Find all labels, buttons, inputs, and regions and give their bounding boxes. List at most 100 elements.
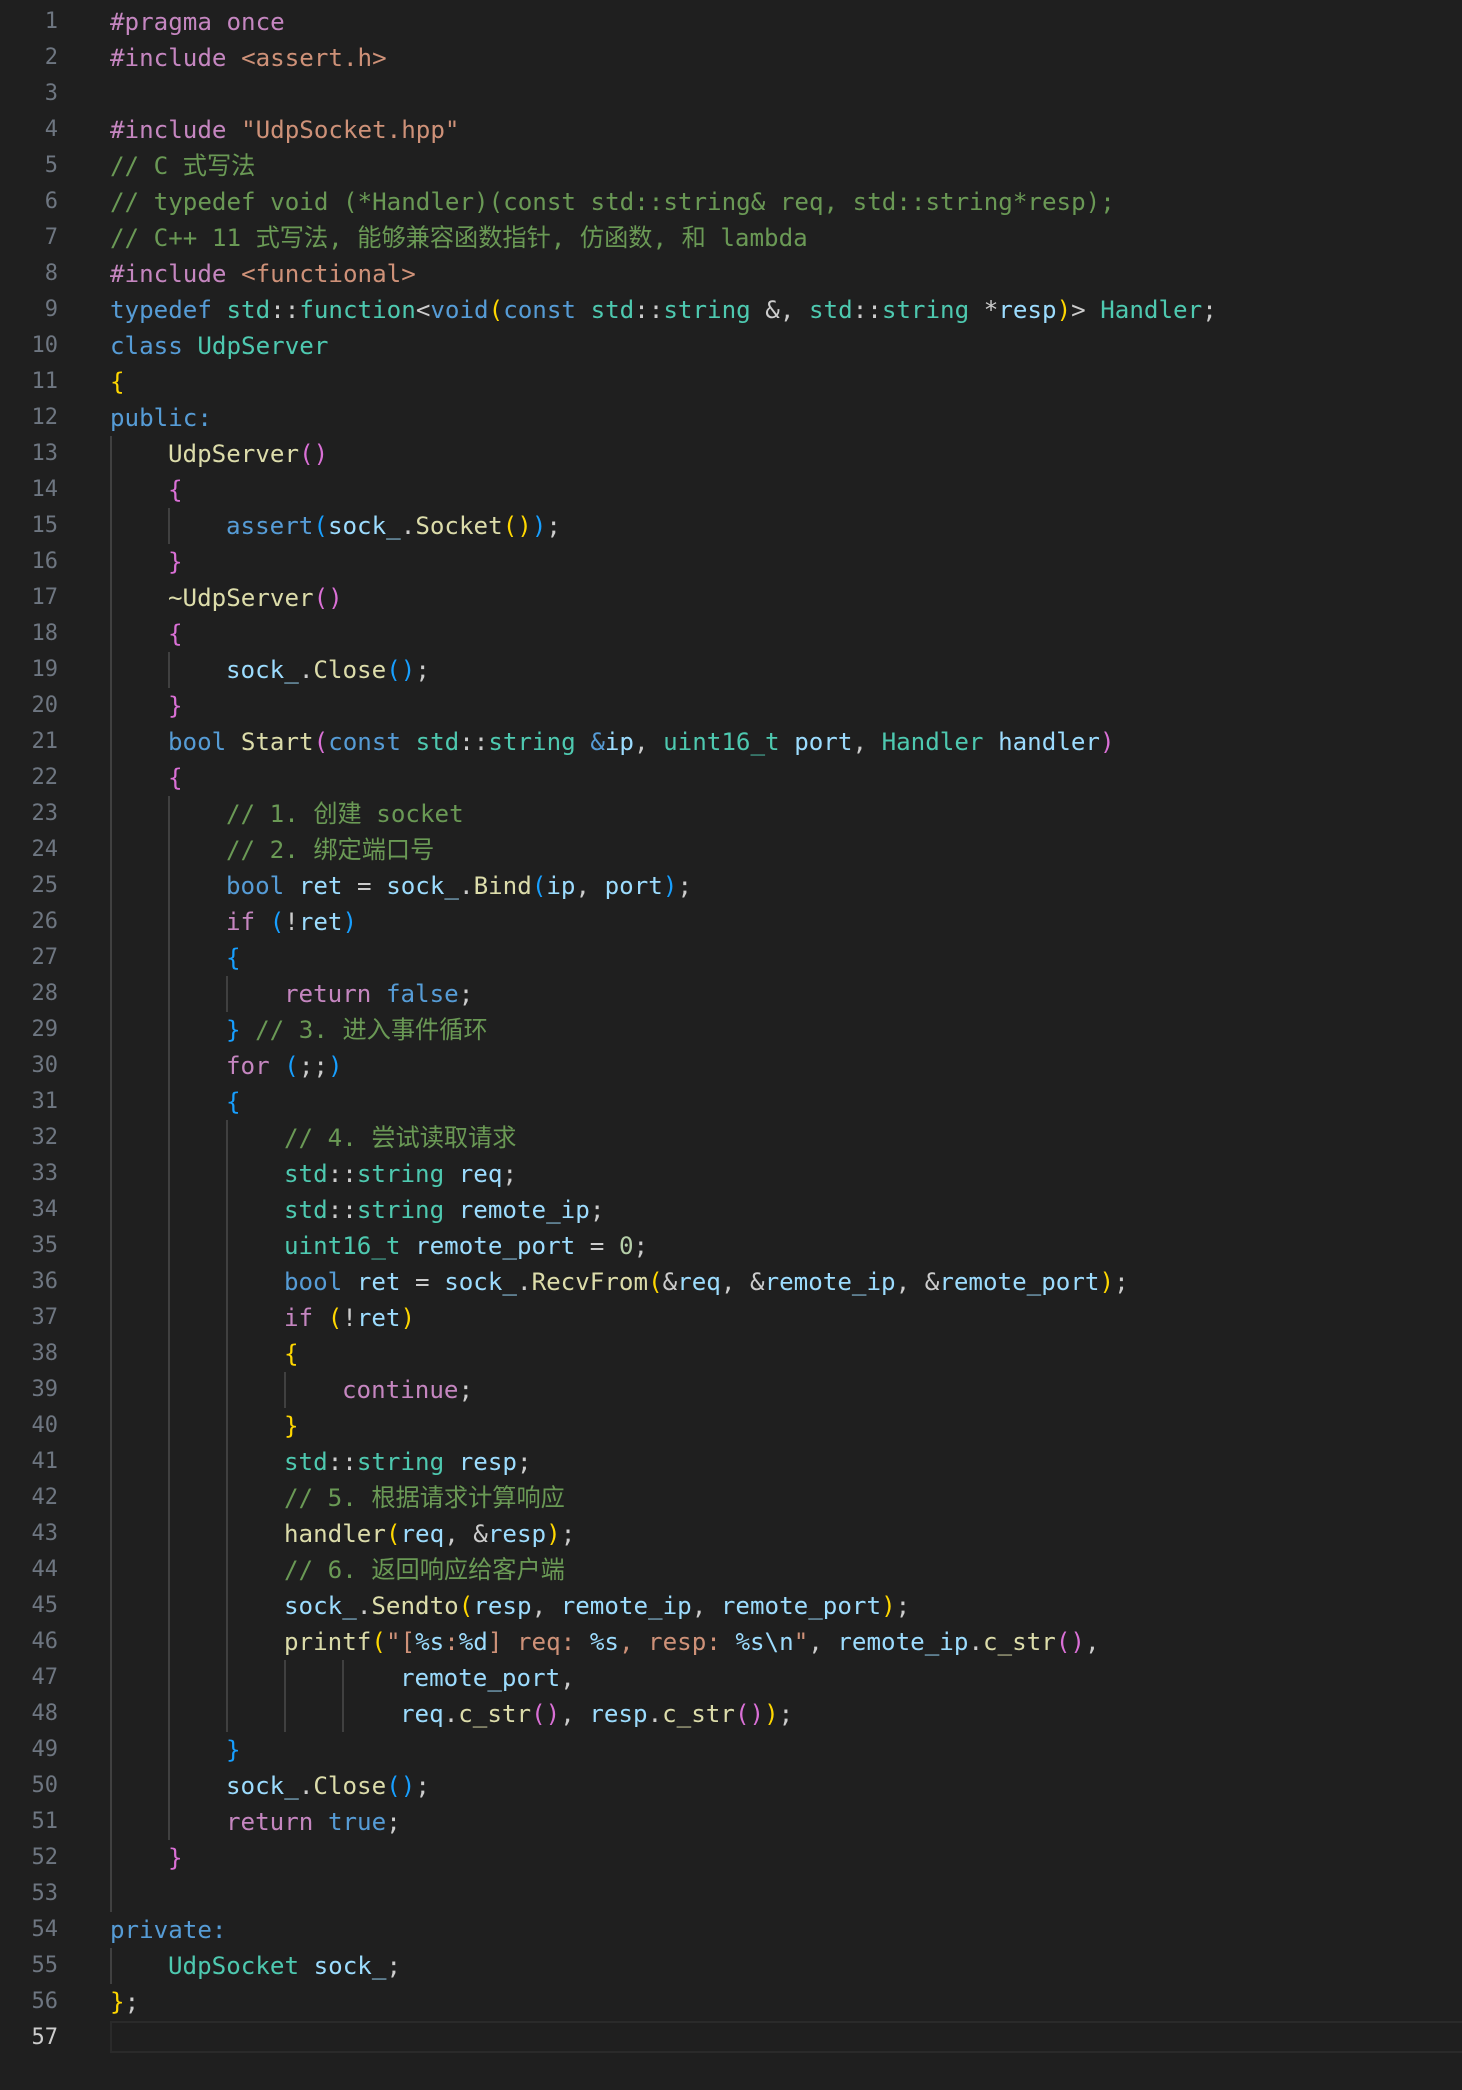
code-line[interactable]: 4 #include "UdpSocket.hpp" <box>0 112 1462 148</box>
code-line[interactable]: 23 // 1. 创建 socket <box>0 796 1462 832</box>
line-number: 21 <box>31 729 59 754</box>
code-line[interactable]: 36 bool ret = sock_.RecvFrom(&req, &remot… <box>0 1264 1462 1300</box>
code-line[interactable]: 55 UdpSocket sock_; <box>0 1948 1462 1984</box>
code-line[interactable]: 20} <box>0 688 1462 724</box>
code-token: Sendto <box>371 1592 459 1620</box>
code-line[interactable]: 27 { <box>0 940 1462 976</box>
code-line[interactable]: 47 remote_port, <box>0 1660 1462 1696</box>
code-token: %s\n <box>735 1628 794 1656</box>
code-line[interactable]: 28 return false; <box>0 976 1462 1012</box>
code-line[interactable]: 15 assert(sock_.Socket()); <box>0 508 1462 544</box>
line-number: 46 <box>31 1629 59 1654</box>
code-line[interactable]: 33 std::string req; <box>0 1156 1462 1192</box>
indent-guide <box>226 1372 228 1408</box>
code-token: std <box>226 296 271 324</box>
code-line[interactable]: 45 sock_.Sendto(resp, remote_ip, remote_p… <box>0 1588 1462 1624</box>
indent-guide <box>226 1228 228 1264</box>
code-line[interactable]: 6 // typedef void (*Handler)(const std::s… <box>0 184 1462 220</box>
code-line[interactable]: 37 if (!ret) <box>0 1300 1462 1336</box>
code-line[interactable]: 48 req.c_str(), resp.c_str()); <box>0 1696 1462 1732</box>
code-token: once <box>226 8 285 36</box>
indent-guide <box>342 1696 344 1732</box>
code-line[interactable]: 14 { <box>0 472 1462 508</box>
code-line[interactable]: 38 { <box>0 1336 1462 1372</box>
code-line[interactable]: 42 // 5. 根据请求计算响应 <box>0 1480 1462 1516</box>
code-token: remote_ip <box>560 1592 692 1620</box>
code-line[interactable]: 31 { <box>0 1084 1462 1120</box>
code-token: remote_port <box>415 1232 576 1260</box>
code-line[interactable]: 35 uint16_t remote_port = 0; <box>0 1228 1462 1264</box>
code-token: UdpServer <box>168 440 300 468</box>
code-line[interactable]: 13 UdpServer() <box>0 436 1462 472</box>
indent-guide <box>226 1120 228 1156</box>
line-number: 26 <box>31 909 59 934</box>
code-line[interactable]: 18 { <box>0 616 1462 652</box>
code-token: &, <box>750 296 809 324</box>
code-line[interactable]: 7 // C++ 11 式写法, 能够兼容函数指针, 仿函数, 和 lambda <box>0 220 1462 256</box>
code-line[interactable]: 54 private: <box>0 1912 1462 1948</box>
code-line[interactable]: 1 #pragma once <box>0 4 1462 40</box>
code-token: ; <box>895 1592 911 1620</box>
code-line[interactable]: 11 { <box>0 364 1462 400</box>
code-line[interactable]: 21 bool Start(const std::string &ip, uint… <box>0 724 1462 760</box>
code-token: ( <box>327 1304 343 1332</box>
code-line[interactable]: 3 <box>0 76 1462 112</box>
code-line[interactable]: 53 <box>0 1876 1462 1912</box>
code-token: resp <box>998 296 1057 324</box>
code-line[interactable]: 39 continue; <box>0 1372 1462 1408</box>
current-line-highlight <box>110 2021 1462 2053</box>
code-token: : <box>444 1628 459 1656</box>
code-line[interactable]: 25 bool ret = sock_.Bind(ip, port); <box>0 868 1462 904</box>
code-line[interactable]: 19 sock_.Close(); <box>0 652 1462 688</box>
code-token: sock_ <box>327 512 401 540</box>
code-line[interactable]: 51 return true; <box>0 1804 1462 1840</box>
code-line[interactable]: 32 // 4. 尝试读取请求 <box>0 1120 1462 1156</box>
code-line[interactable]: 40} <box>0 1408 1462 1444</box>
code-token: ( <box>269 908 285 936</box>
code-line[interactable]: 34 std::string remote_ip; <box>0 1192 1462 1228</box>
code-editor[interactable]: 1 #pragma once 2 #include <assert.h> 3 4 #incl… <box>0 0 1462 2090</box>
code-token: , <box>634 728 664 756</box>
code-line[interactable]: 26 if (!ret) <box>0 904 1462 940</box>
code-line[interactable]: 22 { <box>0 760 1462 796</box>
code-line[interactable]: 49} <box>0 1732 1462 1768</box>
code-line[interactable]: 5 // C 式写法 <box>0 148 1462 184</box>
code-line[interactable]: 9 typedef std::function<void(const std::s… <box>0 292 1462 328</box>
indent-guide <box>226 1696 228 1732</box>
code-token: } <box>110 1988 125 2016</box>
code-line[interactable]: 50 sock_.Close(); <box>0 1768 1462 1804</box>
code-token: <assert.h> <box>241 44 387 72</box>
code-line[interactable]: 44 // 6. 返回响应给客户端 <box>0 1552 1462 1588</box>
line-number: 50 <box>31 1773 59 1798</box>
code-token: std <box>284 1196 328 1224</box>
code-line[interactable]: 57 <box>0 2020 1462 2056</box>
code-line[interactable]: 8 #include <functional> <box>0 256 1462 292</box>
code-line[interactable]: 43 handler(req, &resp); <box>0 1516 1462 1552</box>
code-token: typedef <box>110 296 212 324</box>
indent-guide <box>110 472 112 508</box>
code-token: ) <box>546 1520 561 1548</box>
code-line[interactable]: 12 public: <box>0 400 1462 436</box>
line-number: 45 <box>31 1593 59 1618</box>
code-line[interactable]: 17 ~UdpServer() <box>0 580 1462 616</box>
code-line[interactable]: 2 #include <assert.h> <box>0 40 1462 76</box>
code-line[interactable]: 16} <box>0 544 1462 580</box>
code-line[interactable]: 41 std::string resp; <box>0 1444 1462 1480</box>
code-line[interactable]: 52} <box>0 1840 1462 1876</box>
line-number: 53 <box>31 1881 59 1906</box>
code-token: ret <box>356 1268 401 1296</box>
code-line[interactable]: 30 for (;;) <box>0 1048 1462 1084</box>
code-line[interactable]: 29} // 3. 进入事件循环 <box>0 1012 1462 1048</box>
line-number: 8 <box>44 261 58 286</box>
code-token: string <box>356 1448 445 1476</box>
code-line[interactable]: 46 printf("[%s:%d] req: %s, resp: %s\n", … <box>0 1624 1462 1660</box>
code-token: ( <box>313 512 328 540</box>
code-line[interactable]: 10 class UdpServer <box>0 328 1462 364</box>
code-line[interactable]: 24 // 2. 绑定端口号 <box>0 832 1462 868</box>
code-line[interactable]: 56}; <box>0 1984 1462 2020</box>
